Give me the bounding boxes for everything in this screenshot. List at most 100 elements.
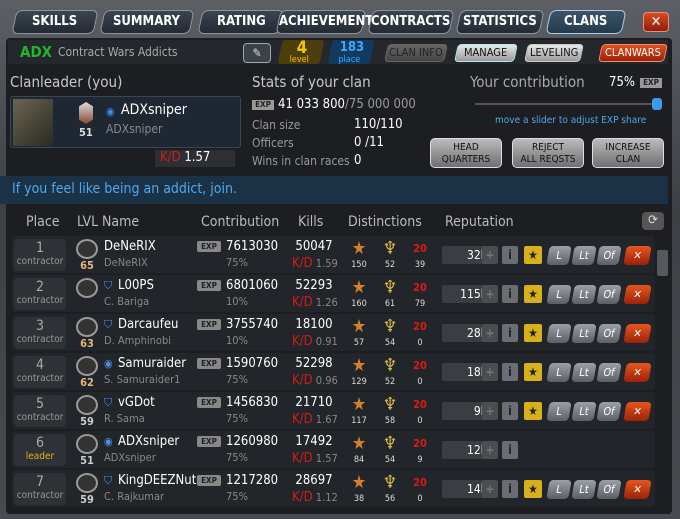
reject-all-requests-button[interactable]: REJECT ALL REQSTS: [512, 138, 584, 168]
distinction-star: ★ 117: [347, 394, 371, 426]
rank-lt-button[interactable]: Lt: [571, 246, 597, 265]
contribution-value: 7613030: [226, 239, 279, 254]
share-percent: 75%: [226, 451, 248, 464]
star-button[interactable]: ★: [524, 324, 542, 342]
member-nick[interactable]: KingDEEZNuts: [118, 473, 202, 488]
table-row[interactable]: 2 contractor ⛉ L00PS C. Bariga EXP 680106…: [12, 275, 655, 312]
clanwars-button[interactable]: CLANWARS: [598, 44, 668, 62]
exp-icon: EXP: [197, 397, 221, 408]
scrollbar-thumb[interactable]: [657, 250, 668, 276]
clan-info-button[interactable]: CLAN INFO: [384, 44, 448, 62]
stat-label: Wins in clan races: [252, 154, 350, 168]
shield-icon: ⛉: [104, 474, 113, 487]
info-button[interactable]: i: [502, 363, 518, 381]
kick-button[interactable]: ✕: [623, 363, 652, 382]
star-medal-icon: ★: [351, 394, 367, 415]
table-row[interactable]: 5 contractor 59 ⛉ vGDot R. Sama EXP 14568…: [12, 392, 655, 429]
headquarters-button[interactable]: HEAD QUARTERS: [430, 138, 502, 168]
star-button[interactable]: ★: [524, 285, 542, 303]
table-row[interactable]: 7 contractor 59 ⛉ KingDEEZNuts C. Rajkuma…: [12, 470, 655, 507]
info-button[interactable]: i: [502, 441, 518, 459]
member-nick[interactable]: DeNeRIX: [104, 239, 156, 254]
info-button[interactable]: i: [502, 480, 518, 498]
rank-lt-button[interactable]: Lt: [571, 363, 597, 382]
refresh-icon[interactable]: ⟳: [642, 212, 664, 230]
tab-contracts[interactable]: CONTRACTS: [367, 10, 455, 34]
tab-summary[interactable]: SUMMARY: [99, 10, 195, 34]
clan-tag: ADX: [20, 43, 53, 61]
info-button[interactable]: i: [502, 285, 518, 303]
rank-of-button[interactable]: Of: [596, 285, 622, 304]
rank-of-button[interactable]: Of: [596, 480, 622, 499]
table-row[interactable]: 3 contractor 63 ⛉ Darcaufeu D. Amphinobi …: [12, 314, 655, 351]
rank-lt-button[interactable]: Lt: [571, 402, 597, 421]
contribution-slider-track[interactable]: [475, 103, 660, 105]
plus-button[interactable]: +: [482, 441, 498, 459]
rank-l-button[interactable]: L: [546, 480, 572, 499]
manage-button[interactable]: MANAGE: [454, 44, 518, 62]
increase-clan-button[interactable]: INCREASE CLAN: [592, 138, 664, 168]
rank-of-button[interactable]: Of: [596, 363, 622, 382]
tab-achievements[interactable]: ACHIEVEMENTS: [275, 10, 382, 34]
distinction-star: ★ 38: [347, 472, 371, 504]
member-nick[interactable]: ADXsniper: [118, 434, 179, 449]
rank-l-button[interactable]: L: [546, 246, 572, 265]
plus-button[interactable]: +: [482, 285, 498, 303]
member-nick[interactable]: Darcaufeu: [118, 317, 178, 332]
clan-level-badge: 4 level: [277, 38, 325, 65]
edit-icon[interactable]: ✎: [243, 43, 271, 63]
info-button[interactable]: i: [502, 246, 518, 264]
kick-button[interactable]: ✕: [623, 246, 652, 265]
member-nick[interactable]: L00PS: [118, 278, 154, 293]
rank-lt-button[interactable]: Lt: [571, 324, 597, 343]
kick-button[interactable]: ✕: [623, 285, 652, 304]
rank-l-button[interactable]: L: [546, 285, 572, 304]
distinction-star: ★ 129: [347, 355, 371, 387]
distinction-chevron: ♆ 56: [378, 472, 402, 504]
star-button[interactable]: ★: [524, 480, 542, 498]
leveling-button[interactable]: LEVELING: [524, 44, 584, 62]
rank-l-button[interactable]: L: [546, 402, 572, 421]
distinction-chevron: ♆ 52: [378, 355, 402, 387]
close-button[interactable]: ✕: [643, 12, 669, 32]
member-nick[interactable]: vGDot: [118, 395, 155, 410]
contribution-value: 1260980: [226, 434, 279, 449]
level-badge: [74, 278, 100, 298]
distinction-star: ★ 57: [347, 316, 371, 348]
table-row[interactable]: 4 contractor 62 ◉ Samuraider S. Samuraide…: [12, 353, 655, 390]
kick-button[interactable]: ✕: [623, 480, 652, 499]
tab-statistics[interactable]: STATISTICS: [455, 10, 545, 34]
info-button[interactable]: i: [502, 324, 518, 342]
tab-clans[interactable]: CLANS: [545, 10, 627, 34]
tab-rating[interactable]: RATING: [197, 10, 285, 34]
distinction-chevron: ♆ 54: [378, 433, 402, 465]
leader-card[interactable]: 51 ◉ ADXsniper ADXsniper: [10, 96, 241, 148]
star-button[interactable]: ★: [524, 246, 542, 264]
table-row[interactable]: 1 contractor 65 DeNeRIX DeNeRIX EXP 76130…: [12, 236, 655, 273]
rank-of-button[interactable]: Of: [596, 324, 622, 343]
level-badge: 62: [74, 356, 100, 389]
rank-of-button[interactable]: Of: [596, 402, 622, 421]
contribution-slider-knob[interactable]: [652, 98, 662, 110]
plus-button[interactable]: +: [482, 363, 498, 381]
rank-l-button[interactable]: L: [546, 324, 572, 343]
rank-lt-button[interactable]: Lt: [571, 480, 597, 499]
member-nick[interactable]: Samuraider: [118, 356, 186, 371]
rank-of-button[interactable]: Of: [596, 246, 622, 265]
kick-button[interactable]: ✕: [623, 324, 652, 343]
rank-l-button[interactable]: L: [546, 363, 572, 382]
exp-badge: EXP: [640, 78, 662, 88]
star-button[interactable]: ★: [524, 363, 542, 381]
plus-button[interactable]: +: [482, 246, 498, 264]
star-button[interactable]: ★: [524, 402, 542, 420]
distinction-chevron: ♆ 52: [378, 238, 402, 270]
plus-button[interactable]: +: [482, 324, 498, 342]
rank-icon: [76, 317, 98, 337]
kick-button[interactable]: ✕: [623, 402, 652, 421]
info-button[interactable]: i: [502, 402, 518, 420]
table-row[interactable]: 6 leader 51 ◉ ADXsniper ADXsniper EXP 126…: [12, 431, 655, 468]
plus-button[interactable]: +: [482, 402, 498, 420]
tab-skills[interactable]: SKILLS: [11, 10, 99, 34]
plus-button[interactable]: +: [482, 480, 498, 498]
rank-lt-button[interactable]: Lt: [571, 285, 597, 304]
